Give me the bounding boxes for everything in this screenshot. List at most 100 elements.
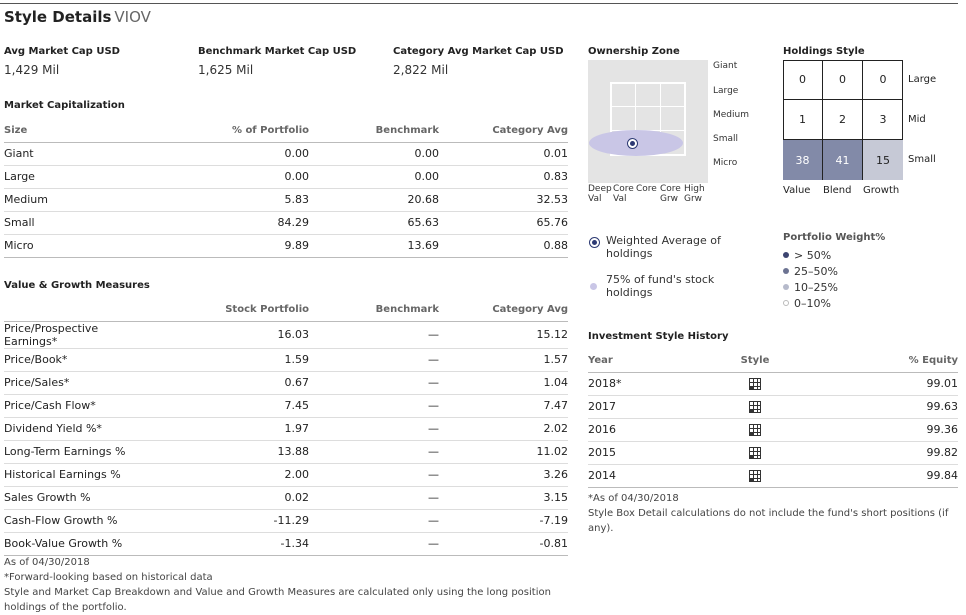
table-cell: — (309, 394, 439, 418)
ticker-label: VIOV (114, 8, 151, 26)
weight-legend-item: 0–10% (783, 297, 831, 310)
style-cell (718, 418, 792, 442)
table-row: 2014 99.84 (588, 464, 958, 488)
weight-legend-item: > 50% (783, 249, 831, 262)
column-header: % of Portfolio (154, 119, 309, 143)
portfolio-weight-title: Portfolio Weight% (783, 232, 886, 243)
fund-zone-label: 75% of fund's stock holdings (606, 273, 715, 299)
oz-row-label: Micro (713, 158, 738, 168)
table-cell: 65.76 (439, 211, 568, 235)
table-row: 2016 99.36 (588, 418, 958, 442)
holdings-style-cell: 0 (783, 60, 823, 100)
legend-label: 10–25% (794, 281, 838, 294)
table-cell: 16.03 (154, 321, 309, 349)
year-cell: 2016 (588, 418, 718, 442)
hs-col-label: Growth (863, 185, 900, 196)
column-header: Category Avg (439, 298, 568, 322)
style-history-notes: *As of 04/30/2018 Style Box Detail calcu… (588, 491, 958, 536)
table-row: Micro 9.89 13.69 0.88 (4, 234, 568, 258)
weighted-average-icon (589, 237, 600, 248)
table-cell: — (309, 321, 439, 349)
ownership-zone-title: Ownership Zone (588, 46, 680, 57)
table-cell: 1.04 (439, 371, 568, 395)
holdings-style-cell: 2 (823, 100, 863, 140)
table-cell: -7.19 (439, 509, 568, 533)
holdings-style-cell: 3 (863, 100, 903, 140)
market-cap-table: Size % of Portfolio Benchmark Category A… (4, 119, 568, 258)
table-cell: 0.01 (439, 142, 568, 166)
style-box-icon[interactable] (749, 470, 761, 482)
row-label: Small (4, 211, 154, 235)
oz-col-label-line: High (684, 184, 705, 194)
category-market-cap: Category Avg Market Cap USD 2,822 Mil (393, 46, 564, 77)
table-row: Book-Value Growth % -1.34— -0.81 (4, 532, 568, 556)
year-cell: 2015 (588, 441, 718, 465)
table-cell: 0.00 (154, 165, 309, 189)
legend-swatch (783, 268, 789, 274)
as-of-note: As of 04/30/2018 (4, 557, 90, 568)
table-cell: — (309, 463, 439, 487)
legend-label: 0–10% (794, 297, 831, 310)
table-cell: 3.26 (439, 463, 568, 487)
category-market-cap-value: 2,822 Mil (393, 63, 449, 77)
table-cell: 15.12 (439, 321, 568, 349)
style-history-note: Style Box Detail calculations do not inc… (588, 508, 949, 534)
table-cell: 1.97 (154, 417, 309, 441)
row-label: Dividend Yield %* (4, 417, 154, 441)
style-box-icon[interactable] (749, 424, 761, 436)
style-history-as-of: *As of 04/30/2018 (588, 493, 679, 504)
table-row: Long-Term Earnings % 13.88—11.02 (4, 440, 568, 464)
row-label: Large (4, 165, 154, 189)
oz-row-label: Medium (713, 110, 749, 120)
table-cell: 0.00 (309, 142, 439, 166)
table-cell: -11.29 (154, 509, 309, 533)
style-box-icon[interactable] (749, 378, 761, 390)
table-row: Dividend Yield %* 1.97—2.02 (4, 417, 568, 441)
table-cell: — (309, 486, 439, 510)
table-cell: -0.81 (439, 532, 568, 556)
oz-col-label-line: Core (636, 184, 657, 194)
grid-line (610, 82, 685, 84)
legend-label: > 50% (794, 249, 832, 262)
ownership-zone-chart (588, 60, 708, 183)
holdings-style-cell: 41 (823, 140, 863, 180)
style-note: Style and Market Cap Breakdown and Value… (4, 587, 551, 613)
holdings-style-cell: 1 (783, 100, 823, 140)
table-cell: 7.47 (439, 394, 568, 418)
holdings-style-grid: 0 0 0 1 2 3 38 41 15 (783, 60, 903, 180)
column-header: Size (4, 119, 154, 143)
holdings-style-cell: 0 (863, 60, 903, 100)
table-cell: 0.00 (309, 165, 439, 189)
legend-swatch (783, 284, 789, 290)
oz-col-label: High Grw (684, 184, 710, 204)
hs-row-label: Mid (908, 114, 926, 125)
holdings-style-title: Holdings Style (783, 46, 865, 57)
table-header-row: Year Style % Equity (588, 349, 958, 373)
benchmark-market-cap-label: Benchmark Market Cap USD (198, 46, 357, 57)
forward-note: *Forward-looking based on historical dat… (4, 572, 213, 583)
style-cell (718, 464, 792, 488)
grid-line (610, 106, 685, 107)
equity-cell: 99.82 (792, 441, 958, 465)
style-cell (718, 395, 792, 419)
table-row: Giant 0.00 0.00 0.01 (4, 142, 568, 166)
fund-zone-icon (590, 283, 597, 290)
holdings-style-cell: 38 (783, 140, 823, 180)
top-divider (0, 3, 958, 4)
column-header: Benchmark (309, 298, 439, 322)
oz-col-label-line: Val (613, 194, 627, 204)
table-cell: 0.67 (154, 371, 309, 395)
style-box-icon[interactable] (749, 447, 761, 459)
equity-cell: 99.84 (792, 464, 958, 488)
avg-market-cap: Avg Market Cap USD 1,429 Mil (4, 46, 120, 77)
holdings-style-cell: 0 (823, 60, 863, 100)
avg-market-cap-label: Avg Market Cap USD (4, 46, 120, 57)
table-cell: 2.02 (439, 417, 568, 441)
row-label: Price/Prospective Earnings* (4, 321, 154, 349)
row-label: Giant (4, 142, 154, 166)
table-cell: — (309, 440, 439, 464)
row-label: Sales Growth % (4, 486, 154, 510)
style-box-icon[interactable] (749, 401, 761, 413)
value-growth-table: Stock Portfolio Benchmark Category Avg P… (4, 298, 568, 556)
weighted-average-label: Weighted Average of holdings (606, 234, 721, 260)
